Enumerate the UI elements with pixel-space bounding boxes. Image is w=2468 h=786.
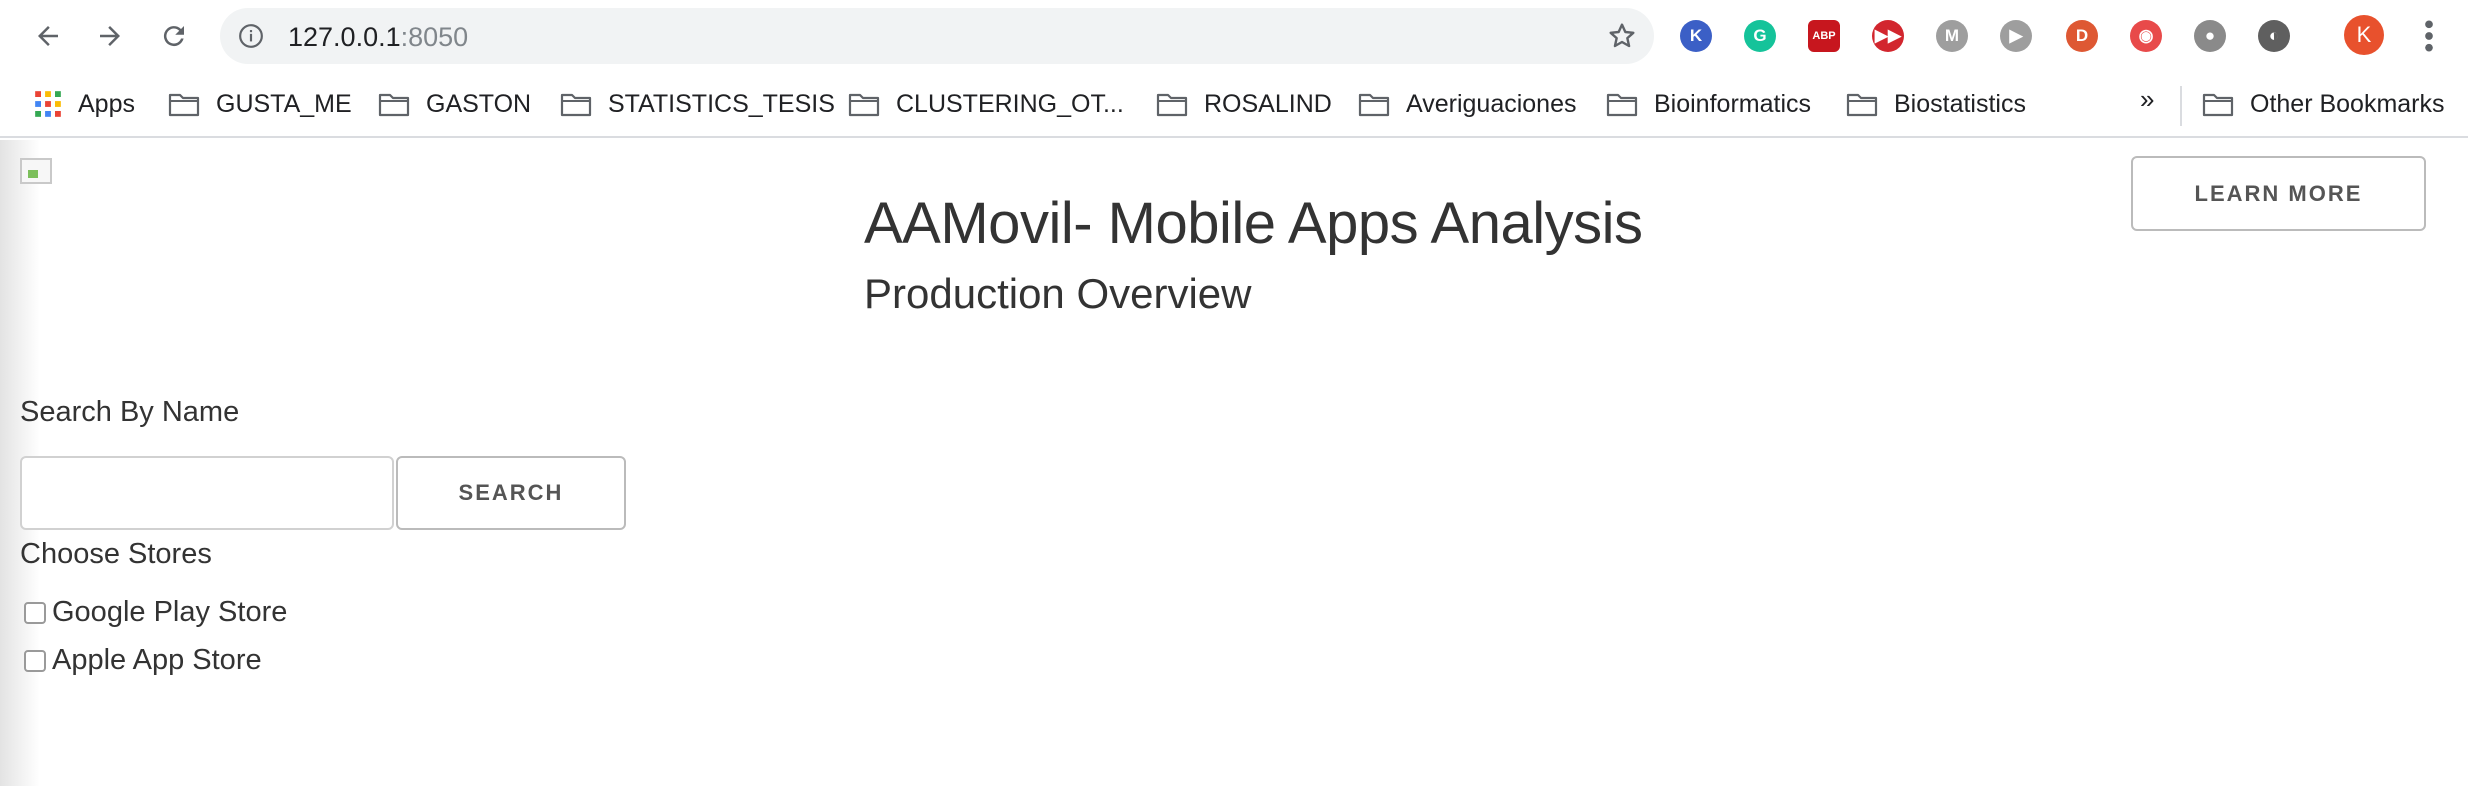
broken-logo-image: [20, 158, 52, 184]
bookmark-folder[interactable]: CLUSTERING_OT...: [848, 84, 1124, 124]
bookmarks-bar: Apps GUSTA_ME GASTON STATISTICS_TESIS CLUST…: [0, 72, 2468, 138]
bookmark-label: STATISTICS_TESIS: [608, 89, 835, 118]
grammarly-icon[interactable]: G: [1744, 20, 1776, 52]
bookmark-folder[interactable]: Biostatistics: [1846, 84, 2026, 124]
bookmark-label: GUSTA_ME: [216, 89, 352, 118]
search-by-name-label: Search By Name: [20, 396, 240, 428]
page-title: AAMovil- Mobile Apps Analysis: [864, 191, 1643, 256]
back-arrow-icon: [38, 26, 58, 46]
store-option-apple-app-store[interactable]: Apple App Store: [24, 644, 262, 677]
info-icon[interactable]: [238, 23, 264, 49]
bookmark-folder[interactable]: GASTON: [378, 84, 531, 124]
folder-icon: [1358, 93, 1390, 117]
play-icon[interactable]: ▶: [2000, 20, 2032, 52]
address-bar[interactable]: 127.0.0.1:8050: [220, 8, 1654, 64]
back-button[interactable]: [26, 14, 70, 58]
reload-button[interactable]: [152, 14, 196, 58]
page-subtitle: Production Overview: [864, 270, 1252, 317]
bookmark-folder[interactable]: Bioinformatics: [1606, 84, 1811, 124]
folder-icon: [848, 93, 880, 117]
bookmark-label: ROSALIND: [1204, 89, 1332, 118]
bookmark-folder[interactable]: STATISTICS_TESIS: [560, 84, 835, 124]
fast-forward-icon[interactable]: ▶▶: [1872, 20, 1904, 52]
mail-checker-icon[interactable]: M: [1936, 20, 1968, 52]
camera-extension-icon[interactable]: ◉: [2130, 20, 2162, 52]
apps-grid-icon: [35, 91, 61, 117]
bookmark-label: Other Bookmarks: [2250, 89, 2445, 118]
forward-button[interactable]: [88, 14, 132, 58]
bookmark-label: Bioinformatics: [1654, 89, 1811, 118]
bookmarks-separator: [2180, 86, 2182, 126]
bookmark-label: Averiguaciones: [1406, 89, 1577, 118]
folder-icon: [1846, 93, 1878, 117]
url-text[interactable]: 127.0.0.1:8050: [288, 22, 468, 53]
forward-arrow-icon: [100, 26, 120, 46]
reload-icon: [163, 26, 184, 47]
k-extension-icon[interactable]: K: [1680, 20, 1712, 52]
store-option-label: Google Play Store: [52, 596, 288, 628]
bookmark-label: Apps: [78, 89, 135, 118]
bookmark-apps[interactable]: Apps: [34, 84, 135, 124]
bookmark-star-icon[interactable]: [1606, 20, 1638, 52]
bookmark-label: Biostatistics: [1894, 89, 2026, 118]
folder-icon: [560, 93, 592, 117]
learn-more-button[interactable]: LEARN MORE: [2131, 156, 2426, 231]
folder-icon: [1156, 93, 1188, 117]
tomato-timer-icon[interactable]: ●: [2194, 20, 2226, 52]
store-option-google-play[interactable]: Google Play Store: [24, 596, 287, 629]
app-page: LEARN MORE AAMovil- Mobile Apps Analysis…: [0, 140, 2468, 786]
bookmark-folder[interactable]: GUSTA_ME: [168, 84, 352, 124]
url-port: :8050: [400, 22, 469, 52]
browser-toolbar: 127.0.0.1:8050 K G ABP ▶▶ M ▶ D ◉ ● ◐ K: [0, 0, 2468, 72]
bookmark-folder[interactable]: Averiguaciones: [1358, 84, 1576, 124]
google-play-checkbox[interactable]: [24, 601, 46, 624]
bookmark-other-bookmarks[interactable]: Other Bookmarks: [2202, 84, 2445, 124]
search-input[interactable]: [20, 456, 394, 530]
apple-app-store-checkbox[interactable]: [24, 649, 46, 672]
choose-stores-label: Choose Stores: [20, 538, 212, 570]
bookmark-folder[interactable]: ROSALIND: [1156, 84, 1332, 124]
url-host: 127.0.0.1: [288, 22, 401, 52]
bookmark-label: CLUSTERING_OT...: [896, 89, 1124, 118]
search-button[interactable]: SEARCH: [396, 456, 626, 530]
folder-icon: [2202, 93, 2234, 117]
browser-menu-icon[interactable]: [2412, 16, 2446, 56]
adblock-plus-icon[interactable]: ABP: [1808, 20, 1840, 52]
folder-icon: [168, 93, 200, 117]
store-option-label: Apple App Store: [52, 644, 262, 676]
folder-icon: [378, 93, 410, 117]
duckduckgo-icon[interactable]: D: [2066, 20, 2098, 52]
bookmarks-overflow-button[interactable]: »: [2140, 84, 2154, 115]
bookmark-label: GASTON: [426, 89, 532, 118]
dark-reader-icon[interactable]: ◐: [2258, 20, 2290, 52]
folder-icon: [1606, 93, 1638, 117]
profile-avatar[interactable]: K: [2344, 15, 2384, 55]
